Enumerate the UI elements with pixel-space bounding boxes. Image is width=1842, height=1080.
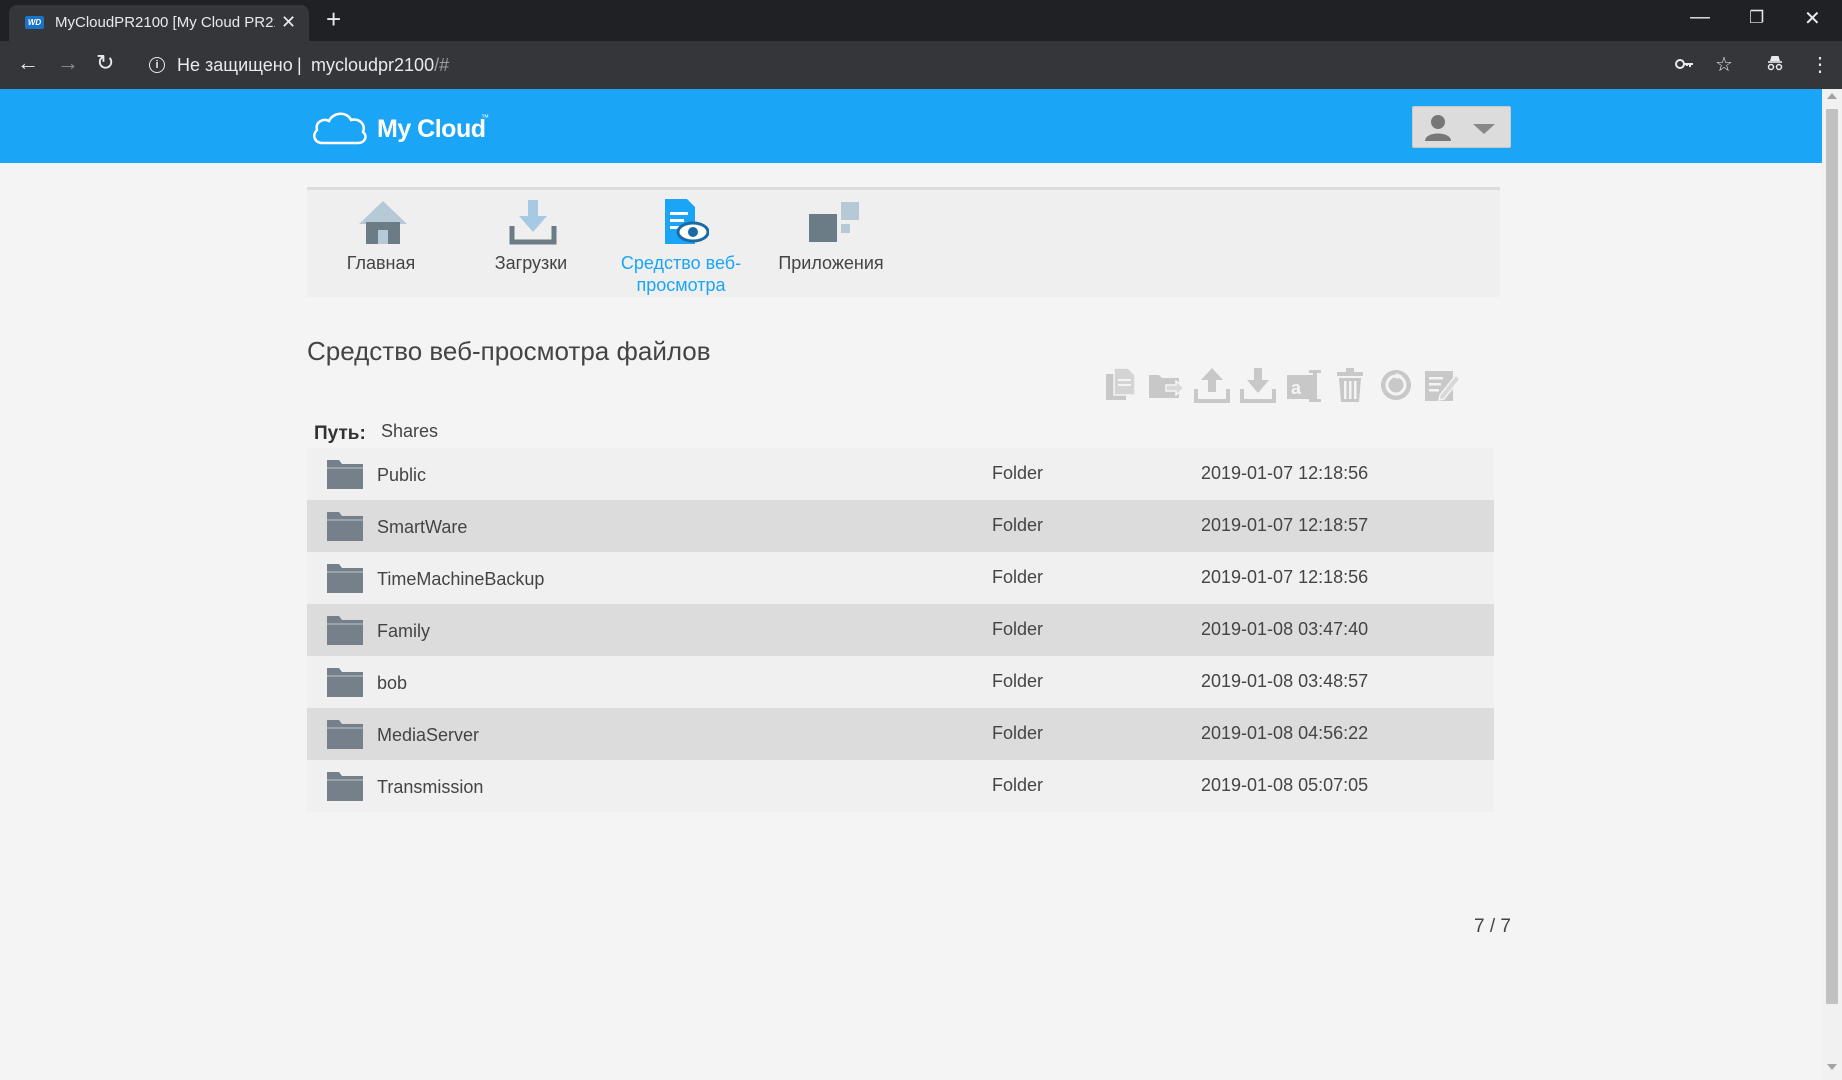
copy-icon[interactable] bbox=[1100, 365, 1140, 405]
breadcrumb[interactable]: Shares bbox=[381, 421, 438, 442]
file-name: SmartWare bbox=[377, 517, 468, 537]
minimize-icon[interactable]: — bbox=[1690, 6, 1710, 29]
security-label: Не защищено bbox=[177, 55, 293, 75]
file-date: 2019-01-08 05:07:05 bbox=[1201, 775, 1369, 795]
scroll-down-arrow-icon[interactable] bbox=[1827, 1064, 1837, 1070]
path-label: Путь: bbox=[314, 423, 366, 444]
download-icon bbox=[509, 200, 557, 245]
file-name: Family bbox=[377, 621, 430, 641]
rename-icon[interactable]: a bbox=[1284, 365, 1324, 405]
page: My Cloud ™ Главная Загрузки Средство веб… bbox=[0, 89, 1822, 1080]
home-icon bbox=[359, 201, 407, 244]
folder-icon bbox=[327, 512, 363, 541]
folder-icon bbox=[327, 668, 363, 697]
reload-icon[interactable]: ↻ bbox=[96, 51, 114, 75]
app-header: My Cloud ™ bbox=[0, 89, 1822, 163]
back-icon[interactable]: ← bbox=[17, 51, 39, 75]
delete-icon[interactable] bbox=[1330, 365, 1370, 405]
nav-item-label: Загрузки bbox=[494, 253, 568, 273]
folder-icon bbox=[327, 772, 363, 801]
wd-favicon-icon: WD bbox=[25, 16, 44, 29]
file-date: 2019-01-07 12:18:56 bbox=[1201, 567, 1369, 587]
nav-item-label: Главная bbox=[346, 253, 416, 273]
scroll-up-arrow-icon[interactable] bbox=[1827, 93, 1837, 99]
browser-tab-bar: WD MyCloudPR2100 [My Cloud PR2100] ✕ + —… bbox=[0, 0, 1842, 41]
download-icon[interactable] bbox=[1238, 365, 1278, 405]
logo-text: My Cloud bbox=[377, 115, 486, 143]
file-date: 2019-01-07 12:18:57 bbox=[1201, 515, 1369, 535]
svg-text:a: a bbox=[1291, 378, 1302, 398]
info-icon[interactable]: i bbox=[149, 57, 165, 73]
file-date: 2019-01-08 04:56:22 bbox=[1201, 723, 1369, 743]
folder-icon bbox=[327, 616, 363, 645]
cloud-logo-icon bbox=[313, 112, 367, 145]
file-name: Public bbox=[377, 465, 427, 485]
table-row[interactable]: SmartWare Folder 2019-01-07 12:18:57 bbox=[307, 500, 1494, 552]
tab-close-icon[interactable]: ✕ bbox=[281, 12, 296, 33]
file-date: 2019-01-08 03:48:57 bbox=[1201, 671, 1369, 691]
user-menu-button[interactable] bbox=[1412, 106, 1511, 148]
nav-item-apps[interactable]: Приложения bbox=[757, 190, 905, 300]
table-row[interactable]: bob Folder 2019-01-08 03:48:57 bbox=[307, 656, 1494, 708]
file-list: Public Folder 2019-01-07 12:18:56 SmartWare… bbox=[307, 448, 1494, 812]
new-tab-icon[interactable]: + bbox=[326, 6, 341, 32]
folder-icon bbox=[327, 564, 363, 593]
main-nav: Главная Загрузки Средство веб-просмотра … bbox=[307, 187, 1500, 297]
page-title: Средство веб-просмотра файлов bbox=[307, 336, 711, 366]
forward-icon[interactable]: → bbox=[57, 51, 79, 75]
url-path: /# bbox=[434, 55, 450, 75]
nav-item-label: Приложения bbox=[778, 253, 884, 273]
chevron-down-icon bbox=[1473, 124, 1495, 134]
key-icon[interactable] bbox=[1674, 54, 1694, 79]
browser-toolbar: ← → ↻ i Не защищено | mycloudpr2100/# ☆ … bbox=[0, 41, 1842, 89]
menu-kebab-icon[interactable]: ⋮ bbox=[1810, 54, 1830, 76]
table-row[interactable]: MediaServer Folder 2019-01-08 04:56:22 bbox=[307, 708, 1494, 760]
file-date: 2019-01-07 12:18:56 bbox=[1201, 463, 1369, 483]
omnibox-separator: | bbox=[297, 55, 302, 75]
folder-icon bbox=[327, 720, 363, 749]
url-host: mycloudpr2100 bbox=[311, 55, 435, 75]
upload-icon[interactable] bbox=[1192, 365, 1232, 405]
vertical-scrollbar[interactable] bbox=[1822, 89, 1842, 1080]
file-type: Folder bbox=[992, 775, 1044, 795]
nav-item-downloads[interactable]: Загрузки bbox=[457, 190, 605, 300]
table-row[interactable]: Public Folder 2019-01-07 12:18:56 bbox=[307, 448, 1494, 500]
nav-item-label: Средство веб-просмотра bbox=[620, 253, 742, 295]
restore-icon[interactable]: ❐ bbox=[1749, 8, 1764, 28]
table-row[interactable]: Family Folder 2019-01-08 03:47:40 bbox=[307, 604, 1494, 656]
user-icon bbox=[1425, 115, 1451, 141]
file-type: Folder bbox=[992, 723, 1044, 743]
file-name: TimeMachineBackup bbox=[377, 569, 545, 589]
file-type: Folder bbox=[992, 463, 1044, 483]
file-type: Folder bbox=[992, 567, 1044, 587]
file-type: Folder bbox=[992, 619, 1044, 639]
my-cloud-logo[interactable]: My Cloud ™ bbox=[311, 109, 501, 149]
file-type: Folder bbox=[992, 671, 1044, 691]
nav-item-home[interactable]: Главная bbox=[307, 190, 455, 300]
folder-icon bbox=[327, 460, 363, 489]
move-folder-icon[interactable] bbox=[1146, 365, 1186, 405]
address-bar[interactable]: i Не защищено | mycloudpr2100/# bbox=[136, 48, 1636, 82]
logo-trademark: ™ bbox=[481, 113, 489, 122]
refresh-icon[interactable] bbox=[1376, 365, 1416, 405]
url-text: mycloudpr2100/# bbox=[311, 55, 449, 76]
bookmark-star-icon[interactable]: ☆ bbox=[1715, 54, 1733, 76]
nav-item-file-viewer[interactable]: Средство веб-просмотра bbox=[607, 190, 755, 300]
file-name: Transmission bbox=[377, 777, 484, 797]
file-type: Folder bbox=[992, 515, 1044, 535]
scroll-thumb[interactable] bbox=[1826, 109, 1838, 1004]
file-name: MediaServer bbox=[377, 725, 480, 745]
window-close-icon[interactable]: ✕ bbox=[1804, 6, 1821, 31]
edit-icon[interactable] bbox=[1422, 365, 1462, 405]
browser-tab[interactable]: WD MyCloudPR2100 [My Cloud PR2100] ✕ bbox=[9, 5, 309, 41]
file-name: bob bbox=[377, 673, 408, 693]
apps-icon bbox=[809, 202, 859, 242]
incognito-icon[interactable] bbox=[1766, 54, 1784, 77]
table-row[interactable]: Transmission Folder 2019-01-08 05:07:05 bbox=[307, 760, 1494, 812]
page-counter: 7 / 7 bbox=[1474, 916, 1511, 937]
file-date: 2019-01-08 03:47:40 bbox=[1201, 619, 1369, 639]
tab-title: MyCloudPR2100 [My Cloud PR2100] bbox=[55, 14, 275, 31]
table-row[interactable]: TimeMachineBackup Folder 2019-01-07 12:18:… bbox=[307, 552, 1494, 604]
file-viewer-icon bbox=[665, 199, 709, 244]
